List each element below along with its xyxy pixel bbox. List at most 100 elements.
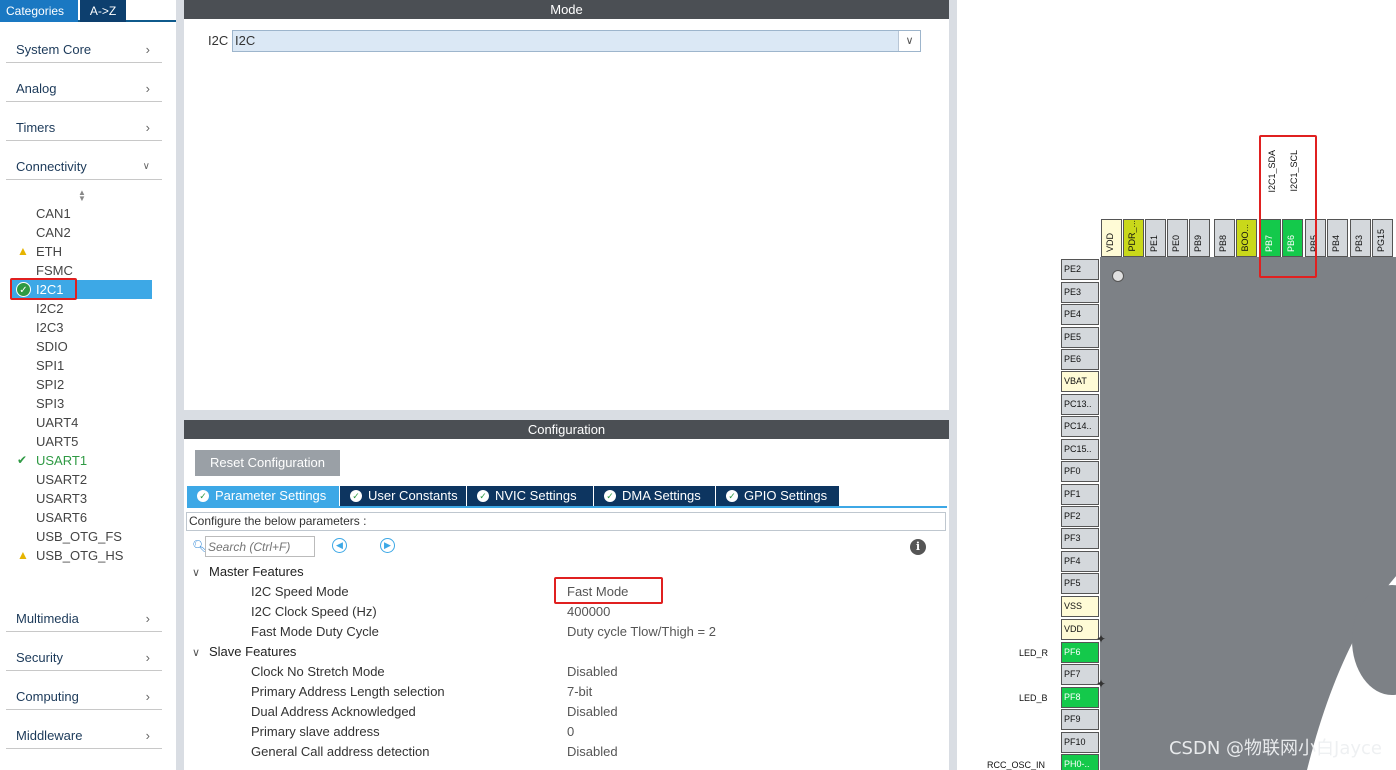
chevron-down-icon[interactable]: ∨ <box>898 31 920 51</box>
peripheral-i2c2[interactable]: I2C2 <box>36 299 63 318</box>
param-value-dual-address[interactable]: Disabled <box>567 704 618 719</box>
peripheral-spi3[interactable]: SPI3 <box>36 394 64 413</box>
pin-pe3[interactable]: PE3 <box>1061 282 1099 303</box>
pin-label: PB3 <box>1354 234 1364 252</box>
pinout-view[interactable]: VDD PDR_... PE1 PE0 PB9 PB8 BOO... PB7 P… <box>957 0 1396 770</box>
pin-pc14[interactable]: PC14.. <box>1061 416 1099 437</box>
peripheral-usart6[interactable]: USART6 <box>36 508 87 527</box>
pin-pg15[interactable]: PG15 <box>1372 219 1393 257</box>
pin-pf0[interactable]: PF0 <box>1061 461 1099 482</box>
pin-pf5[interactable]: PF5 <box>1061 573 1099 594</box>
tab-gpio-settings[interactable]: ✓ GPIO Settings <box>716 486 840 506</box>
group-label: Master Features <box>209 564 304 579</box>
previous-result-icon[interactable]: ◀ <box>332 538 347 553</box>
param-value-general-call[interactable]: Disabled <box>567 744 618 759</box>
pin-ph0[interactable]: PH0-.. <box>1061 754 1099 770</box>
category-label: Multimedia <box>16 611 79 626</box>
tab-a-to-z[interactable]: A->Z <box>80 0 126 22</box>
peripheral-can1[interactable]: CAN1 <box>36 204 71 223</box>
next-result-icon[interactable]: ▶ <box>380 538 395 553</box>
sort-icon[interactable]: ▲ ▼ <box>78 189 86 203</box>
category-label: Connectivity <box>16 159 87 174</box>
category-system-core[interactable]: System Core › <box>6 35 162 63</box>
pin-signal-label-led-r: LED_R <box>1019 648 1049 658</box>
pin-pf10[interactable]: PF10 <box>1061 732 1099 753</box>
pin-pc15[interactable]: PC15.. <box>1061 439 1099 460</box>
pin-pf7[interactable]: PF7 <box>1061 664 1099 685</box>
pin-vbat[interactable]: VBAT <box>1061 371 1099 392</box>
param-value-primary-address[interactable]: 0 <box>567 724 574 739</box>
search-input[interactable] <box>205 536 315 557</box>
peripheral-spi1[interactable]: SPI1 <box>36 356 64 375</box>
group-slave-features[interactable]: ∨ Slave Features <box>192 644 296 659</box>
peripheral-sdio[interactable]: SDIO <box>36 337 68 356</box>
param-value-address-length[interactable]: 7-bit <box>567 684 592 699</box>
panel-splitter[interactable] <box>176 0 184 770</box>
tab-categories[interactable]: Categories <box>0 0 78 22</box>
param-value-clock-speed[interactable]: 400000 <box>567 604 610 619</box>
category-timers[interactable]: Timers › <box>6 113 162 141</box>
pin-pb3[interactable]: PB3 <box>1350 219 1371 257</box>
pin-vdd-left[interactable]: VDD <box>1061 619 1099 640</box>
pin-pe2[interactable]: PE2 <box>1061 259 1099 280</box>
peripheral-usart3[interactable]: USART3 <box>36 489 87 508</box>
tab-nvic-settings[interactable]: ✓ NVIC Settings <box>467 486 594 506</box>
pin-boot0[interactable]: BOO... <box>1236 219 1257 257</box>
param-value-no-stretch[interactable]: Disabled <box>567 664 618 679</box>
category-security[interactable]: Security › <box>6 643 162 671</box>
peripheral-uart4[interactable]: UART4 <box>36 413 78 432</box>
chevron-right-icon: › <box>145 81 150 96</box>
peripheral-can2[interactable]: CAN2 <box>36 223 71 242</box>
peripheral-eth[interactable]: ETH <box>36 242 62 261</box>
watermark-text: CSDN @物联网小白Jayce <box>1168 738 1382 759</box>
pin-pe5[interactable]: PE5 <box>1061 327 1099 348</box>
peripheral-usb-otg-hs[interactable]: USB_OTG_HS <box>36 546 123 565</box>
pin-pf8[interactable]: PF8 <box>1061 687 1099 708</box>
pin-label: VDD <box>1105 232 1115 252</box>
pin-pe0[interactable]: PE0 <box>1167 219 1188 257</box>
tab-dma-settings[interactable]: ✓ DMA Settings <box>594 486 716 506</box>
pin-pdr[interactable]: PDR_... <box>1123 219 1144 257</box>
peripheral-usart1[interactable]: USART1 <box>36 451 87 470</box>
peripheral-usart2[interactable]: USART2 <box>36 470 87 489</box>
panel-splitter[interactable] <box>184 410 949 420</box>
tab-user-constants[interactable]: ✓ User Constants <box>340 486 467 506</box>
pin-signal-label-led-b: LED_B <box>1019 693 1048 703</box>
pin-pe1[interactable]: PE1 <box>1145 219 1166 257</box>
category-computing[interactable]: Computing › <box>6 682 162 710</box>
category-analog[interactable]: Analog › <box>6 74 162 102</box>
peripheral-spi2[interactable]: SPI2 <box>36 375 64 394</box>
pin-pf1[interactable]: PF1 <box>1061 484 1099 505</box>
category-connectivity[interactable]: Connectivity ∨ <box>6 152 162 180</box>
warning-icon: ▲ <box>17 244 29 258</box>
pin-pb9[interactable]: PB9 <box>1189 219 1210 257</box>
panel-splitter[interactable] <box>949 0 957 770</box>
param-name: General Call address detection <box>251 744 430 759</box>
group-master-features[interactable]: ∨ Master Features <box>192 564 304 579</box>
chevron-right-icon: › <box>145 689 150 704</box>
param-value-duty-cycle[interactable]: Duty cycle Tlow/Thigh = 2 <box>567 624 716 639</box>
tab-parameter-settings[interactable]: ✓ Parameter Settings <box>187 486 340 506</box>
category-middleware[interactable]: Middleware › <box>6 721 162 749</box>
i2c-mode-select[interactable]: I2C ∨ <box>232 30 921 52</box>
pin-pb8[interactable]: PB8 <box>1214 219 1235 257</box>
configuration-tab-bar: ✓ Parameter Settings ✓ User Constants ✓ … <box>187 486 947 508</box>
peripheral-uart5[interactable]: UART5 <box>36 432 78 451</box>
peripheral-usb-otg-fs[interactable]: USB_OTG_FS <box>36 527 122 546</box>
reset-configuration-button[interactable]: Reset Configuration <box>195 450 340 476</box>
pin-pf2[interactable]: PF2 <box>1061 506 1099 527</box>
pin-pf4[interactable]: PF4 <box>1061 551 1099 572</box>
category-multimedia[interactable]: Multimedia › <box>6 604 162 632</box>
pin-pb4[interactable]: PB4 <box>1327 219 1348 257</box>
pin-pf6[interactable]: PF6 <box>1061 642 1099 663</box>
pin-pc13[interactable]: PC13.. <box>1061 394 1099 415</box>
mode-panel: Mode I2C I2C ∨ <box>184 0 949 410</box>
pin-pe4[interactable]: PE4 <box>1061 304 1099 325</box>
pin-vdd-top[interactable]: VDD <box>1101 219 1122 257</box>
info-icon[interactable]: i <box>910 539 926 555</box>
peripheral-i2c3[interactable]: I2C3 <box>36 318 63 337</box>
pin-pf9[interactable]: PF9 <box>1061 709 1099 730</box>
pin-pf3[interactable]: PF3 <box>1061 528 1099 549</box>
pin-pe6[interactable]: PE6 <box>1061 349 1099 370</box>
pin-vss[interactable]: VSS <box>1061 596 1099 617</box>
